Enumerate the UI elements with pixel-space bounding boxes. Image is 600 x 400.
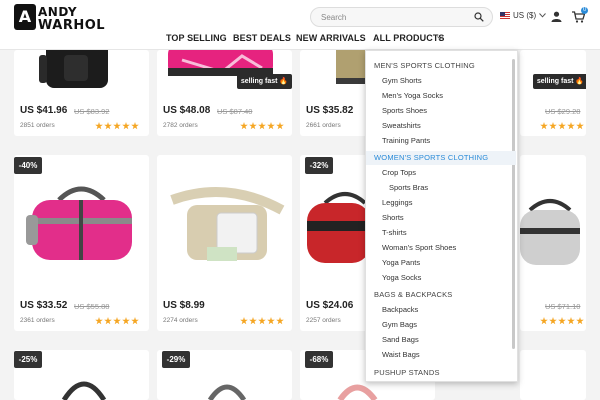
search-input[interactable] bbox=[321, 10, 471, 25]
product-orders: 2782 orders bbox=[163, 122, 198, 129]
menu-item-gym-bags[interactable]: Gym Bags bbox=[366, 318, 516, 332]
flag-icon bbox=[500, 12, 510, 19]
menu-category-pushup-stands[interactable]: PUSHUP STANDS bbox=[366, 366, 516, 380]
product-orders: 2361 orders bbox=[20, 317, 55, 324]
logo-line-2: WARHOL bbox=[38, 18, 106, 33]
product-orders: 2851 orders bbox=[20, 122, 55, 129]
nav-top-selling[interactable]: TOP SELLING bbox=[166, 33, 227, 43]
menu-item-training-pants[interactable]: Training Pants bbox=[366, 134, 516, 148]
currency-selector[interactable]: US ($) bbox=[500, 11, 546, 20]
product-orders: 2274 orders bbox=[163, 317, 198, 324]
logo-mark: A bbox=[14, 4, 36, 30]
product-old-price: US $83.92 bbox=[74, 107, 110, 116]
product-old-price: US $29.28 bbox=[545, 107, 581, 116]
menu-item-shorts[interactable]: Shorts bbox=[366, 211, 516, 225]
rating-stars bbox=[95, 317, 139, 325]
all-products-dropdown: MEN'S SPORTS CLOTHING Gym Shorts Men's Y… bbox=[365, 50, 518, 382]
menu-category-mens-sports-clothing[interactable]: MEN'S SPORTS CLOTHING bbox=[366, 59, 516, 73]
search-icon[interactable] bbox=[474, 12, 484, 22]
main-nav: TOP SELLING BEST DEALS NEW ARRIVALS ALL … bbox=[0, 33, 600, 49]
product-price: US $41.96 bbox=[20, 105, 68, 116]
discount-badge: -68% bbox=[305, 351, 333, 368]
menu-item-t-shirts[interactable]: T-shirts bbox=[366, 226, 516, 240]
site-header: A ANDY WARHOL US ($) 0 TOP SELLING BEST … bbox=[0, 0, 600, 50]
rating-stars bbox=[540, 317, 584, 325]
product-price: US $35.82 bbox=[306, 105, 354, 116]
product-price: US $24.06 bbox=[306, 300, 354, 311]
menu-item-yoga-socks[interactable]: Yoga Socks bbox=[366, 271, 516, 285]
discount-badge: -40% bbox=[14, 157, 42, 174]
nav-all-products[interactable]: ALL PRODUCTS bbox=[373, 33, 445, 43]
product-image-bag bbox=[61, 381, 107, 400]
discount-badge: -25% bbox=[14, 351, 42, 368]
rating-stars bbox=[240, 122, 284, 130]
logo-line-1: ANDY bbox=[38, 5, 78, 19]
product-card[interactable] bbox=[520, 350, 586, 400]
nav-best-deals[interactable]: BEST DEALS bbox=[233, 33, 291, 43]
product-price: US $8.99 bbox=[163, 300, 205, 311]
search-box bbox=[310, 7, 493, 27]
menu-category-womens-sports-clothing[interactable]: WOMEN'S SPORTS CLOTHING bbox=[366, 151, 516, 165]
logo[interactable]: A ANDY WARHOL bbox=[14, 3, 114, 33]
menu-item-womans-sport-shoes[interactable]: Woman's Sport Shoes bbox=[366, 241, 516, 255]
rating-stars bbox=[240, 317, 284, 325]
menu-item-sweatshirts[interactable]: Sweatshirts bbox=[366, 119, 516, 133]
product-price: US $48.08 bbox=[163, 105, 211, 116]
menu-item-backpacks[interactable]: Backpacks bbox=[366, 303, 516, 317]
product-image-pink-duffel bbox=[26, 186, 132, 260]
menu-item-leggings[interactable]: Leggings bbox=[366, 196, 516, 210]
rating-stars bbox=[540, 122, 584, 130]
nav-new-arrivals[interactable]: NEW ARRIVALS bbox=[296, 33, 366, 43]
menu-item-sand-bags[interactable]: Sand Bags bbox=[366, 333, 516, 347]
selling-fast-badge: selling fast 🔥 bbox=[533, 74, 586, 89]
product-price: US $33.52 bbox=[20, 300, 68, 311]
product-orders: 2661 orders bbox=[306, 122, 341, 129]
user-icon[interactable] bbox=[551, 11, 562, 22]
product-image-waist-pouch bbox=[170, 187, 285, 261]
menu-item-sports-bras[interactable]: Sports Bras bbox=[366, 181, 516, 195]
chevron-down-icon bbox=[539, 13, 546, 18]
menu-category-bags-backpacks[interactable]: BAGS & BACKPACKS bbox=[366, 288, 516, 302]
selling-fast-badge: selling fast 🔥 bbox=[237, 74, 292, 89]
product-old-price: US $71.10 bbox=[545, 302, 581, 311]
product-old-price: US $87.40 bbox=[217, 107, 253, 116]
discount-badge: -29% bbox=[162, 351, 190, 368]
menu-item-sports-shoes[interactable]: Sports Shoes bbox=[366, 104, 516, 118]
menu-item-crop-tops[interactable]: Crop Tops bbox=[366, 166, 516, 180]
cart-count-badge: 0 bbox=[581, 7, 589, 14]
menu-item-yoga-pants[interactable]: Yoga Pants bbox=[366, 256, 516, 270]
product-image-red-duffel bbox=[307, 192, 370, 263]
discount-badge: -32% bbox=[305, 157, 333, 174]
product-image-bag bbox=[207, 384, 247, 400]
menu-item-waist-bags[interactable]: Waist Bags bbox=[366, 348, 516, 362]
menu-item-mens-yoga-socks[interactable]: Men's Yoga Socks bbox=[366, 89, 516, 103]
menu-item-gym-shorts[interactable]: Gym Shorts bbox=[366, 74, 516, 88]
product-orders: 2257 orders bbox=[306, 317, 341, 324]
chevron-down-icon bbox=[437, 36, 443, 40]
rating-stars bbox=[95, 122, 139, 130]
product-image-grey-duffel bbox=[520, 199, 580, 265]
product-old-price: US $55.88 bbox=[74, 302, 110, 311]
currency-label: US ($) bbox=[513, 11, 537, 20]
product-image-backpack bbox=[39, 50, 108, 88]
